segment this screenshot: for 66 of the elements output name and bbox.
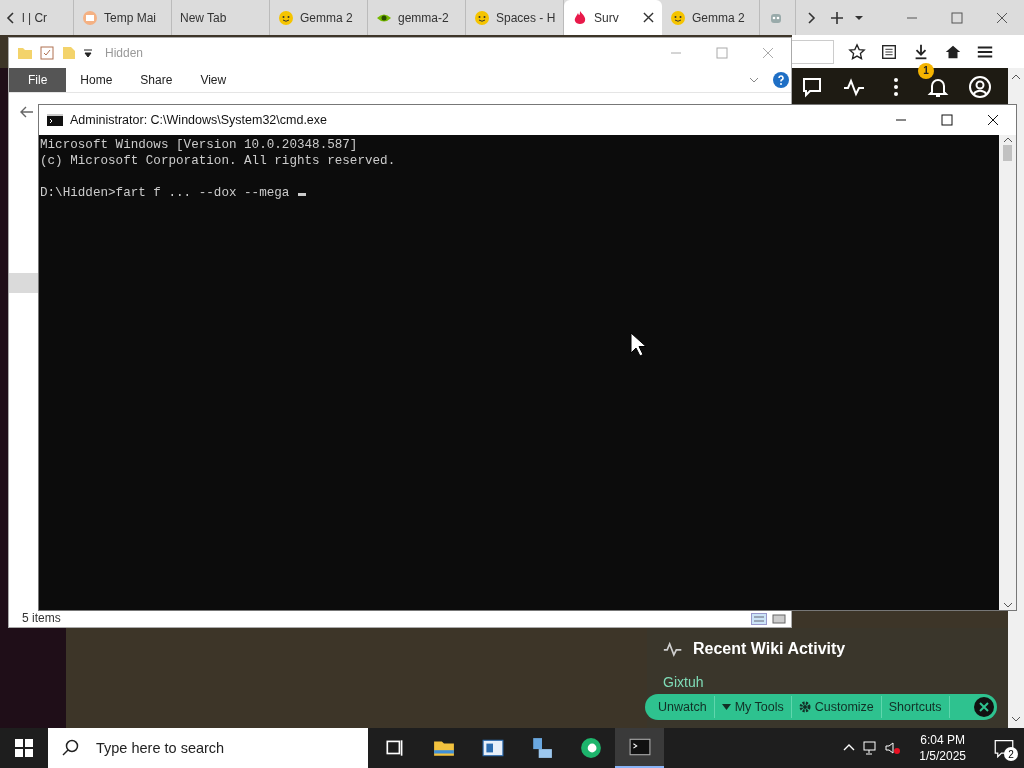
browser-icon xyxy=(579,737,602,759)
toolbar-button[interactable]: Shortcuts xyxy=(881,696,950,718)
browser-tab[interactable]: Gemma 2 xyxy=(270,0,368,35)
ribbon-tab[interactable]: Home xyxy=(66,68,127,92)
scroll-thumb[interactable] xyxy=(1003,145,1012,161)
notification-count: 2 xyxy=(1004,747,1018,761)
console-output-line: (c) Microsoft Corporation. All rights reserved. xyxy=(40,153,396,169)
item-count: 5 items xyxy=(22,611,61,625)
ribbon-tab[interactable]: View xyxy=(186,68,241,92)
browser-tab[interactable]: New Tab xyxy=(172,0,270,35)
properties-icon[interactable] xyxy=(39,45,55,61)
new-tab-icon[interactable] xyxy=(830,10,844,25)
flame-icon xyxy=(572,9,588,26)
search-field[interactable]: Type here to search xyxy=(96,728,368,768)
reading-list-icon[interactable] xyxy=(880,42,898,61)
star-icon[interactable] xyxy=(848,42,866,61)
help-icon[interactable] xyxy=(773,72,789,88)
browser-tab[interactable]: gemma-2 xyxy=(368,0,466,35)
envelope-icon xyxy=(82,9,98,26)
scroll-up-icon[interactable] xyxy=(1011,72,1021,82)
address-field[interactable] xyxy=(792,39,834,64)
maximize-icon[interactable] xyxy=(941,114,953,126)
ribbon-tab[interactable]: Share xyxy=(126,68,187,92)
console-icon xyxy=(47,114,63,126)
window-title: Hidden xyxy=(105,46,144,60)
close-icon[interactable] xyxy=(973,696,995,718)
activity-icon xyxy=(663,641,683,657)
clock[interactable]: 6:04 PM 1/5/2025 xyxy=(907,732,978,764)
toolbar-button[interactable]: Unwatch xyxy=(651,696,715,718)
board-icon xyxy=(481,737,504,759)
expand-ribbon-icon[interactable] xyxy=(749,75,759,85)
smiley-icon xyxy=(474,9,490,26)
browser-tab[interactable]: Surv xyxy=(564,0,662,35)
folder-icon xyxy=(17,45,33,61)
window-title: Administrator: C:\Windows\System32\cmd.exe xyxy=(70,113,328,127)
smiley-icon xyxy=(670,9,686,26)
panel-title: Recent Wiki Activity xyxy=(693,640,846,658)
network-computers-icon xyxy=(530,737,553,759)
date: 1/5/2025 xyxy=(919,748,966,764)
volume-muted-icon[interactable] xyxy=(885,740,902,756)
console-output-line: Microsoft Windows [Version 10.0.20348.587] xyxy=(40,137,358,153)
time: 6:04 PM xyxy=(920,732,965,748)
close-icon[interactable] xyxy=(987,114,999,126)
user-avatar-icon[interactable] xyxy=(968,74,992,99)
browser-tab[interactable]: l | Cr xyxy=(14,0,74,35)
taskbar-app-button[interactable] xyxy=(615,728,664,768)
terminal-icon xyxy=(628,736,651,758)
large-icons-view-icon[interactable] xyxy=(771,613,787,625)
close-tab-icon[interactable] xyxy=(643,12,654,23)
browser-tab[interactable]: Gemma 2 xyxy=(662,0,760,35)
activity-entry-link[interactable]: Gixtuh xyxy=(663,674,704,690)
browser-tab[interactable]: Temp Mai xyxy=(74,0,172,35)
toolbar-button[interactable]: My Tools xyxy=(714,696,792,718)
scroll-up-icon[interactable] xyxy=(1002,135,1013,145)
gear-icon xyxy=(798,701,811,713)
action-center-icon[interactable] xyxy=(994,738,1014,758)
scroll-down-icon[interactable] xyxy=(1011,714,1021,724)
windows-logo-icon[interactable] xyxy=(15,739,33,757)
mouse-pointer-icon xyxy=(630,332,646,358)
smiley-icon xyxy=(278,9,294,26)
caret-icon xyxy=(721,703,731,711)
console-command-line[interactable]: D:\Hidden>fart f ... --dox --mega xyxy=(40,185,306,201)
toolbar-button[interactable]: Customize xyxy=(791,696,882,718)
scroll-down-icon[interactable] xyxy=(1002,600,1013,610)
back-arrow-icon[interactable] xyxy=(19,104,35,120)
customize-caret-icon[interactable] xyxy=(83,48,93,58)
